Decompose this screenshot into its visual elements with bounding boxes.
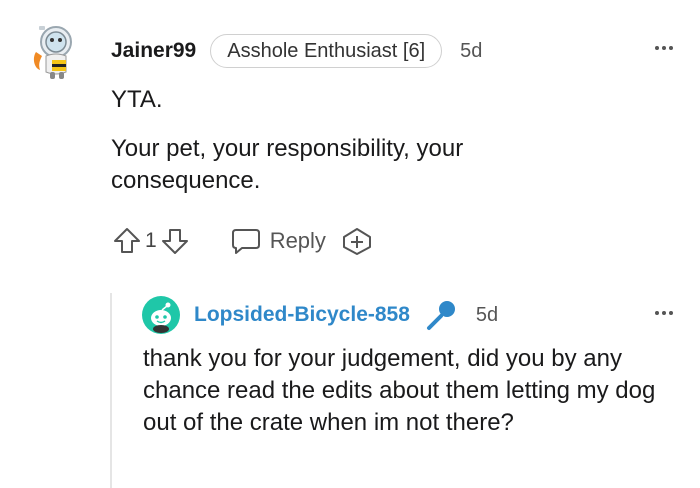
comment-actions: 1 Reply <box>112 222 374 260</box>
comment-username[interactable]: Jainer99 <box>111 39 196 63</box>
reply-timestamp: 5d <box>475 303 499 326</box>
comment-header: Jainer99 Asshole Enthusiast [6] 5d <box>111 32 482 70</box>
reply-header: Lopsided-Bicycle-858 5d <box>194 298 498 332</box>
more-options-icon[interactable] <box>655 46 673 50</box>
user-avatar-icon[interactable] <box>30 22 84 80</box>
reply-text: thank you for your judgement, did you by… <box>143 345 656 436</box>
reply-username[interactable]: Lopsided-Bicycle-858 <box>194 303 410 327</box>
comment-verdict: YTA. <box>111 86 163 113</box>
award-icon[interactable] <box>340 226 374 256</box>
comment-thread: Jainer99 Asshole Enthusiast [6] 5d YTA. … <box>0 0 700 488</box>
reply-avatar-icon[interactable] <box>142 296 180 334</box>
comment-text: Your pet, your responsibility, your cons… <box>111 135 464 194</box>
reply-button[interactable]: Reply <box>230 226 326 256</box>
downvote-icon[interactable] <box>160 226 190 256</box>
reply-label: Reply <box>269 228 326 253</box>
user-flair: Asshole Enthusiast [6] <box>210 34 443 68</box>
comment-timestamp: 5d <box>460 39 483 62</box>
op-microphone-icon <box>424 298 458 332</box>
reply-more-options-icon[interactable] <box>655 311 673 315</box>
reply-bubble-icon <box>230 226 262 256</box>
thread-line[interactable] <box>110 293 112 488</box>
upvote-icon[interactable] <box>112 226 142 256</box>
vote-count: 1 <box>145 229 157 252</box>
